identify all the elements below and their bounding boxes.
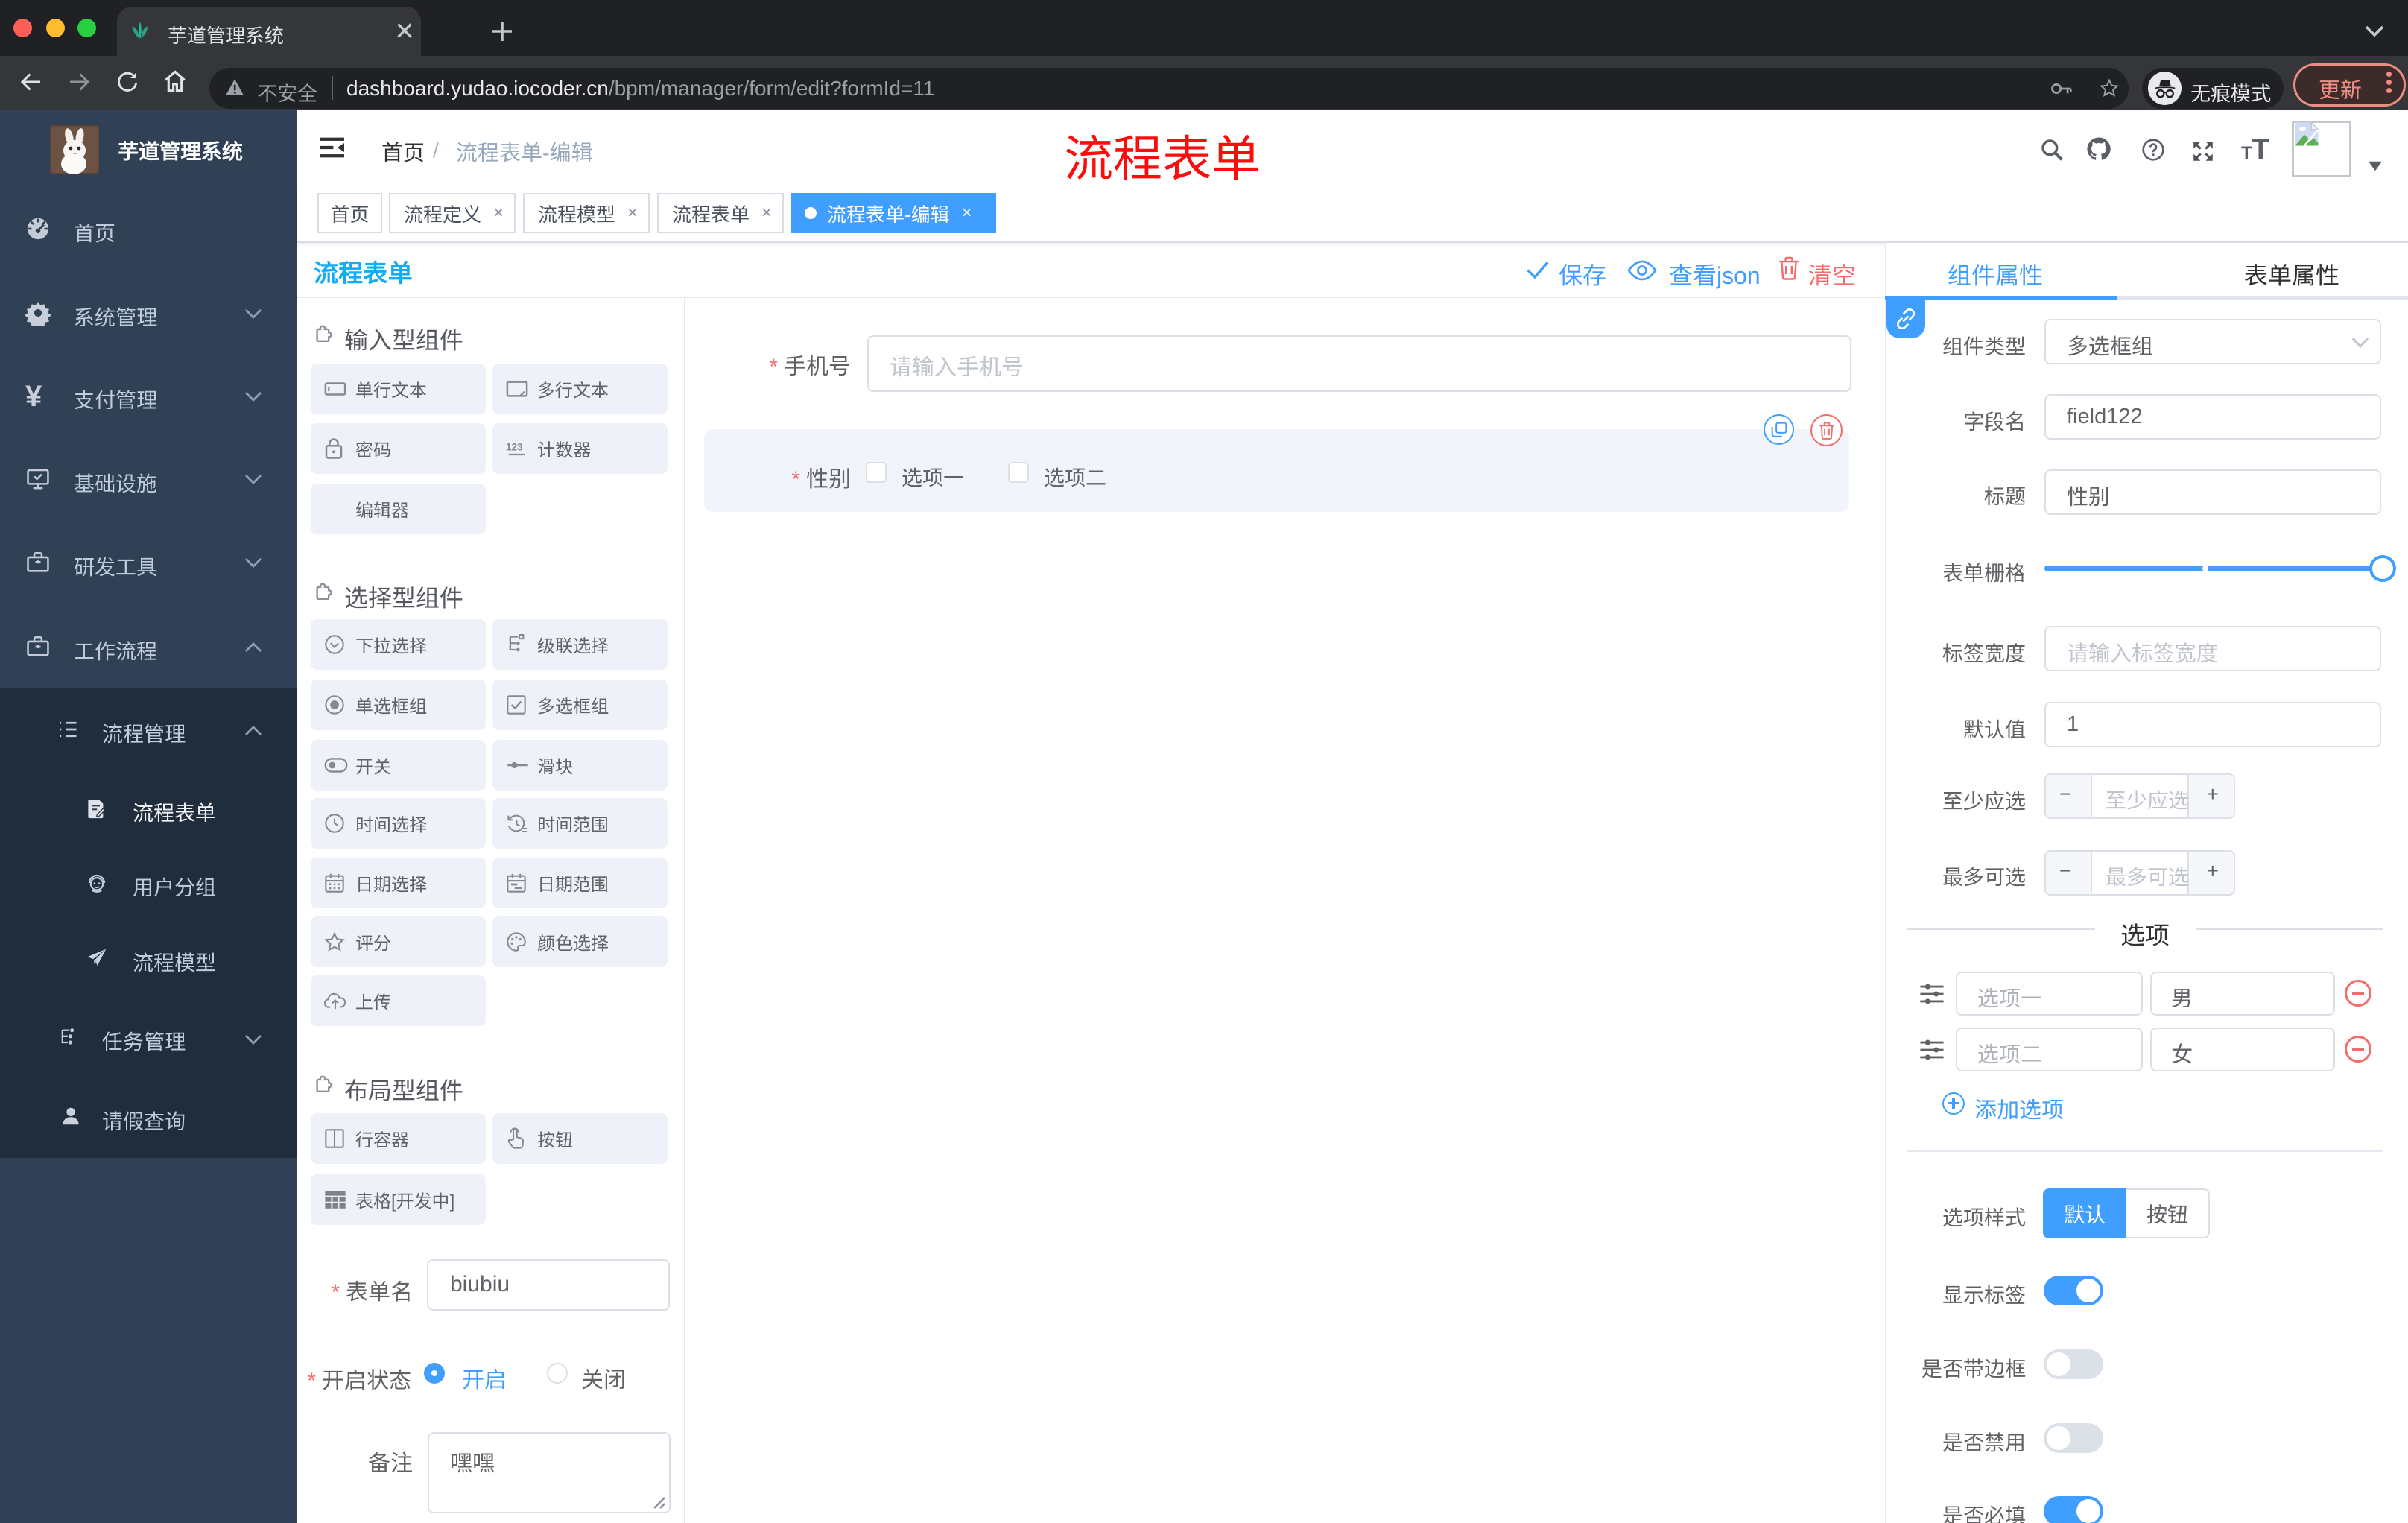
svg-text:123: 123: [506, 441, 523, 452]
